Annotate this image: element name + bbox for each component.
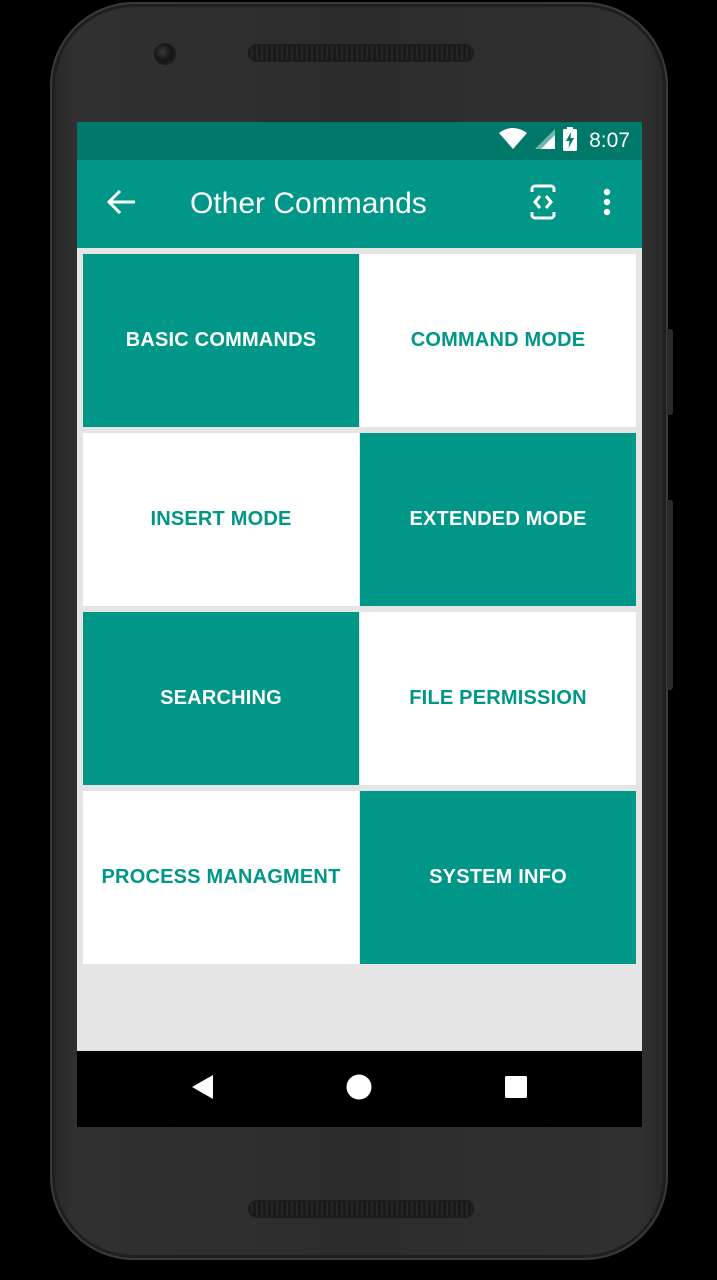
system-nav-bar [77,1051,642,1127]
tile-searching[interactable]: SEARCHING [83,612,359,785]
battery-charging-icon [563,126,578,156]
cell-signal-icon [535,128,556,154]
bottom-speaker [248,1200,474,1218]
status-icons: 8:07 [499,122,630,160]
rotate-screen-button[interactable] [525,184,561,224]
power-button [667,329,673,415]
status-time: 8:07 [589,129,630,152]
tile-extended-mode[interactable]: EXTENDED MODE [360,433,636,606]
nav-back-icon [191,1074,215,1105]
arrow-left-icon [106,189,136,219]
tile-system-info[interactable]: SYSTEM INFO [360,791,636,964]
tile-insert-mode[interactable]: INSERT MODE [83,433,359,606]
nav-recents-icon [504,1075,528,1104]
device-frame: 8:07 Other Commands BASIC COMMANDS COMMA… [0,0,717,1280]
app-bar: Other Commands [77,160,642,248]
nav-home-button[interactable] [339,1069,379,1109]
screen-rotation-icon [530,184,556,225]
wifi-icon [499,127,528,155]
tile-process-managment[interactable]: PROCESS MANAGMENT [83,791,359,964]
status-bar: 8:07 [77,122,642,160]
more-options-button[interactable] [593,184,621,224]
back-button[interactable] [103,186,139,222]
nav-back-button[interactable] [183,1069,223,1109]
tile-basic-commands[interactable]: BASIC COMMANDS [83,254,359,427]
app-screen: 8:07 Other Commands BASIC COMMANDS COMMA… [77,122,642,1127]
commands-grid: BASIC COMMANDS COMMAND MODE INSERT MODE … [83,254,636,964]
tile-command-mode[interactable]: COMMAND MODE [360,254,636,427]
more-vertical-icon [603,188,611,221]
page-title: Other Commands [190,187,427,220]
nav-home-icon [346,1074,372,1105]
earpiece-speaker [248,44,474,62]
nav-recents-button[interactable] [496,1069,536,1109]
volume-button [667,500,673,690]
tile-file-permission[interactable]: FILE PERMISSION [360,612,636,785]
front-camera-icon [154,43,176,65]
